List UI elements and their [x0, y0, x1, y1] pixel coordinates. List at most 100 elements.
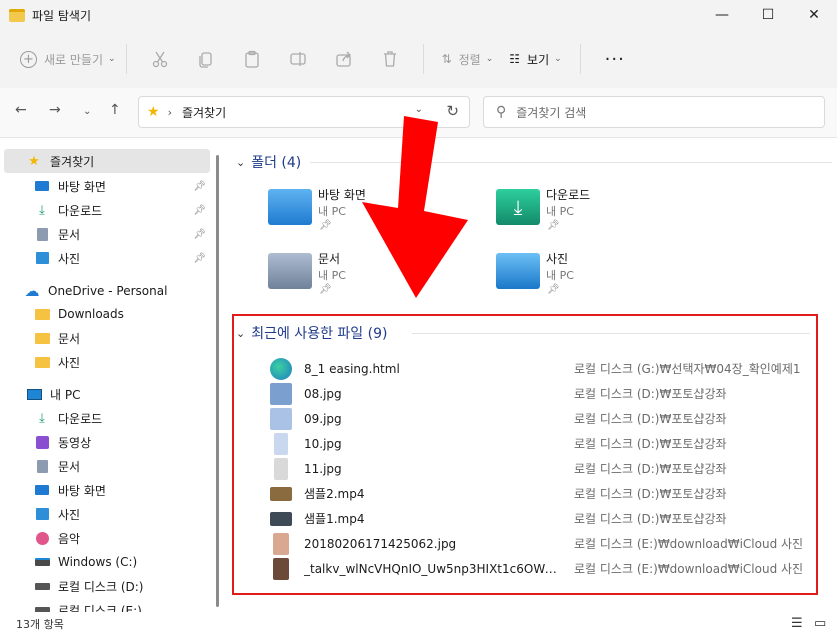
sidebar-item-label: 사진	[58, 355, 81, 370]
rename-button[interactable]	[275, 44, 321, 74]
cut-button[interactable]	[137, 44, 183, 74]
search-box[interactable]: ⚲ 즐겨찾기 검색	[483, 96, 825, 128]
recent-section-header[interactable]: ⌄ 최근에 사용한 파일 (9)	[236, 323, 387, 343]
sidebar-item-pc-downloads[interactable]: ⤓ 다운로드	[0, 406, 212, 430]
sidebar-item-pc-desktop[interactable]: 바탕 화면	[0, 478, 212, 502]
recent-file-path: 로컬 디스크 (D:)₩포토샵강좌	[574, 437, 727, 451]
folders-section-header[interactable]: ⌄ 폴더 (4)	[236, 152, 301, 172]
paste-button[interactable]	[229, 44, 275, 74]
sidebar-item-this-pc[interactable]: 내 PC	[0, 382, 212, 406]
search-icon: ⚲	[496, 104, 507, 120]
recent-file-row[interactable]: 20180206171425062.jpg 로컬 디스크 (E:)₩downlo…	[270, 531, 810, 556]
red-arrow-annotation	[362, 116, 468, 298]
recent-file-name: 8_1 easing.html	[304, 361, 400, 376]
image-file-icon	[270, 407, 292, 430]
recent-file-row[interactable]: 11.jpg 로컬 디스크 (D:)₩포토샵강좌	[270, 456, 810, 481]
drive-icon	[34, 603, 50, 612]
pin-icon: 📌︎	[193, 228, 206, 240]
folder-icon	[34, 307, 50, 321]
sidebar-item-documents[interactable]: 문서 📌︎	[0, 222, 212, 246]
share-button[interactable]	[321, 44, 367, 74]
toolbar-divider	[422, 44, 424, 74]
maximize-button[interactable]: ☐	[745, 0, 791, 30]
document-icon	[34, 227, 50, 241]
sidebar-item-videos[interactable]: 동영상	[0, 430, 212, 454]
sidebar-item-desktop[interactable]: 바탕 화면 📌︎	[0, 174, 212, 198]
sidebar-item-drive-c[interactable]: Windows (C:)	[0, 550, 212, 574]
folder-name: 문서	[318, 252, 341, 266]
folders-section-title: 폴더 (4)	[251, 155, 302, 171]
recent-file-row[interactable]: 09.jpg 로컬 디스크 (D:)₩포토샵강좌	[270, 406, 810, 431]
window-title: 파일 탐색기	[32, 8, 92, 23]
recent-file-row[interactable]: 10.jpg 로컬 디스크 (D:)₩포토샵강좌	[270, 431, 810, 456]
title-bar: 파일 탐색기 — ☐ ✕	[0, 0, 837, 30]
forward-arrow-icon[interactable]: →	[49, 102, 61, 118]
chevron-right-icon: ›	[167, 105, 172, 119]
recent-file-row[interactable]: 샘플1.mp4 로컬 디스크 (D:)₩포토샵강좌	[270, 506, 810, 531]
documents-folder-icon	[268, 253, 312, 289]
sidebar-item-pc-documents[interactable]: 문서	[0, 454, 212, 478]
folder-tile-downloads[interactable]: ⤓ 다운로드 내 PC 📌︎	[496, 185, 696, 241]
sidebar-item-favorites[interactable]: ★ 즐겨찾기	[4, 149, 210, 173]
recent-file-path: 로컬 디스크 (D:)₩포토샵강좌	[574, 462, 727, 476]
chevron-down-icon: ⌄	[554, 54, 562, 64]
up-arrow-icon[interactable]: ↑	[109, 102, 121, 118]
image-file-icon	[274, 432, 288, 455]
sidebar-item-label: 다운로드	[58, 411, 103, 426]
pin-icon: 📌︎	[547, 284, 560, 295]
recent-locations-chevron-icon[interactable]: ⌄	[83, 106, 91, 117]
back-arrow-icon[interactable]: ←	[15, 102, 27, 118]
sidebar-item-onedrive-pictures[interactable]: 사진	[0, 350, 212, 374]
pin-icon: 📌︎	[193, 252, 206, 264]
view-label: 보기	[527, 52, 550, 67]
sidebar-item-pictures[interactable]: 사진 📌︎	[0, 246, 212, 270]
recent-file-path: 로컬 디스크 (D:)₩포토샵강좌	[574, 387, 727, 401]
recent-file-name: 샘플1.mp4	[304, 512, 365, 526]
new-button[interactable]: + 새로 만들기 ⌄	[20, 50, 116, 68]
toolbar-divider	[579, 44, 581, 74]
recent-file-row[interactable]: 8_1 easing.html 로컬 디스크 (G:)₩선택자₩04장_확인예제…	[270, 356, 810, 381]
share-icon	[335, 51, 351, 67]
rename-icon	[289, 52, 306, 66]
more-options-button[interactable]: ···	[605, 49, 625, 70]
sidebar-item-label: 문서	[58, 459, 81, 474]
sidebar-scrollbar[interactable]	[212, 139, 224, 612]
folder-app-icon	[9, 8, 25, 22]
sidebar-item-pc-pictures[interactable]: 사진	[0, 502, 212, 526]
sidebar-item-label: 사진	[58, 507, 81, 522]
new-label: 새로 만들기	[44, 52, 104, 67]
close-button[interactable]: ✕	[791, 0, 837, 30]
scrollbar-thumb[interactable]	[216, 155, 219, 607]
desktop-icon	[34, 179, 50, 193]
sort-button[interactable]: ⇅ 정렬 ⌄	[442, 51, 494, 68]
sidebar-item-onedrive-documents[interactable]: 문서	[0, 326, 212, 350]
folder-tile-pictures[interactable]: 사진 내 PC 📌︎	[496, 249, 696, 305]
sort-icon: ⇅	[441, 52, 452, 66]
sidebar-item-label: OneDrive - Personal	[48, 284, 168, 298]
recent-file-row[interactable]: 샘플2.mp4 로컬 디스크 (D:)₩포토샵강좌	[270, 481, 810, 506]
copy-button[interactable]	[183, 44, 229, 74]
recent-file-row[interactable]: _talkv_wlNcVHQnIO_Uw5np3HIXt1c6OWuLph...…	[270, 556, 810, 581]
download-folder-icon: ⤓	[496, 189, 540, 225]
sidebar-item-drive-d[interactable]: 로컬 디스크 (D:)	[0, 574, 212, 598]
sidebar-item-downloads[interactable]: ⤓ 다운로드 📌︎	[0, 198, 212, 222]
sidebar-item-music[interactable]: 음악	[0, 526, 212, 550]
sidebar-item-drive-e[interactable]: 로컬 디스크 (E:)	[0, 598, 212, 612]
command-bar: + 새로 만들기 ⌄ ⇅ 정렬 ⌄ ☷ 보기 ⌄ ···	[0, 30, 837, 88]
delete-button[interactable]	[367, 44, 413, 74]
edge-icon	[270, 357, 292, 380]
details-view-icon[interactable]: ☰	[791, 616, 803, 631]
tiles-view-icon[interactable]: ▭	[814, 616, 826, 631]
view-button[interactable]: ☷ 보기 ⌄	[509, 51, 561, 68]
video-icon	[34, 435, 50, 449]
image-file-icon	[270, 382, 292, 405]
sidebar-item-onedrive[interactable]: ☁ OneDrive - Personal	[0, 279, 212, 303]
folder-icon	[34, 331, 50, 345]
sidebar-item-label: 바탕 화면	[58, 179, 106, 194]
folder-location: 내 PC	[546, 205, 574, 218]
chevron-down-icon[interactable]: ⌄	[415, 104, 423, 115]
sidebar-item-onedrive-downloads[interactable]: Downloads	[0, 302, 212, 326]
sidebar-item-label: 동영상	[58, 435, 92, 450]
recent-file-row[interactable]: 08.jpg 로컬 디스크 (D:)₩포토샵강좌	[270, 381, 810, 406]
minimize-button[interactable]: —	[699, 0, 745, 30]
